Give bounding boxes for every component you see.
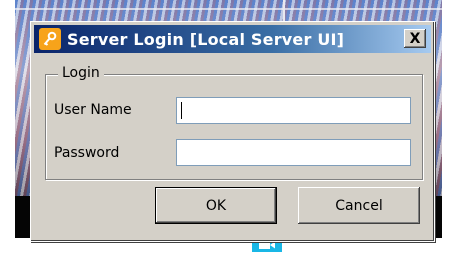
username-label: User Name [54,102,132,118]
username-field[interactable] [176,97,411,124]
close-icon: X [409,30,421,47]
ok-button[interactable]: OK [155,187,277,224]
key-icon [39,28,61,50]
close-button[interactable]: X [404,29,426,48]
group-label: Login [58,65,104,81]
dialog-title: Server Login [Local Server UI] [67,29,345,49]
login-group: Login User Name Password [45,65,423,180]
password-label: Password [54,145,120,161]
text-caret [181,102,182,119]
video-divider-horizontal [15,8,442,10]
ok-label: OK [205,197,227,214]
cancel-button[interactable]: Cancel [298,187,420,224]
cancel-label: Cancel [335,197,383,214]
password-field[interactable] [176,139,411,166]
server-login-dialog: Server Login [Local Server UI] X Login U… [30,21,435,242]
title-bar[interactable]: Server Login [Local Server UI] X [34,25,431,53]
